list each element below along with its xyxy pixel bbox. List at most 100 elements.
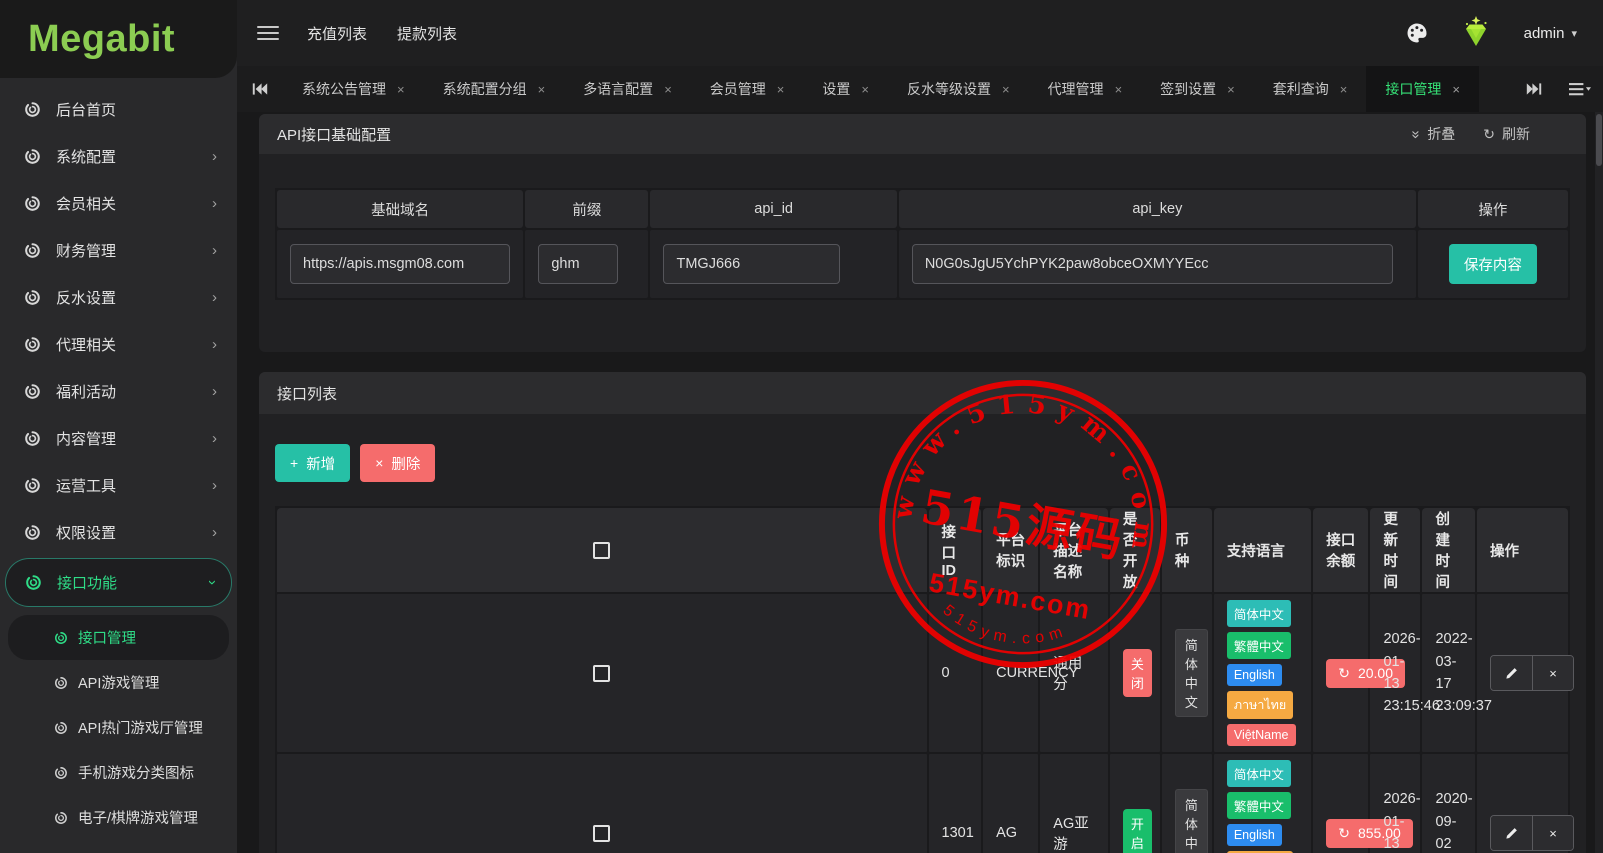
gem-avatar[interactable] <box>1458 15 1494 51</box>
scrollbar-thumb[interactable] <box>1596 114 1602 166</box>
tab-代理管理[interactable]: 代理管理× <box>1029 66 1142 112</box>
save-button[interactable]: 保存内容 <box>1449 244 1537 284</box>
sidebar-item-权限设置[interactable]: 权限设置› <box>0 509 237 556</box>
sidebar-item-日志管理[interactable]: 日志管理› <box>0 844 237 853</box>
ring-icon <box>24 336 41 353</box>
row-open-status: 开启 <box>1110 754 1160 853</box>
close-icon: × <box>375 455 383 471</box>
sidebar-subitem-API游戏管理[interactable]: API游戏管理 <box>0 660 237 705</box>
edit-button[interactable] <box>1491 656 1532 690</box>
tab-label: 设置 <box>822 79 850 99</box>
delete-row-button[interactable]: × <box>1532 816 1573 850</box>
ring-icon <box>24 430 41 447</box>
row-checkbox[interactable] <box>593 825 610 842</box>
list-body: + 新增 × 删除 接口ID <box>259 444 1586 853</box>
row-languages: 简体中文繁體中文EnglishภาษาไทยViệtName <box>1214 754 1311 853</box>
tab-签到设置[interactable]: 签到设置 × <box>1141 66 1254 112</box>
tab-close-icon[interactable]: × <box>777 82 785 97</box>
config-header-base-domain: 基础域名 <box>277 190 523 228</box>
sidebar-item-反水设置[interactable]: 反水设置› <box>0 274 237 321</box>
tab-系统配置分组[interactable]: 系统配置分组× <box>424 66 565 112</box>
tab-close-icon[interactable]: × <box>397 82 405 97</box>
tab-close-icon[interactable]: × <box>1002 82 1010 97</box>
sidebar-item-接口功能[interactable]: 接口功能› <box>5 558 232 607</box>
collapse-button[interactable]: » 折叠 <box>1412 124 1455 144</box>
interface-table: 接口ID平台标识平台描述名称是否开放币种支持语言接口余额更新时间创建时间操作 0… <box>275 506 1570 853</box>
sidebar-item-系统配置[interactable]: 系统配置› <box>0 133 237 180</box>
refresh-icon: ↻ <box>1338 825 1350 842</box>
select-all-checkbox[interactable] <box>593 542 610 559</box>
refresh-icon: ↻ <box>1338 665 1350 682</box>
tab-close-icon[interactable]: × <box>664 82 672 97</box>
language-tag: 简体中文 <box>1227 600 1291 627</box>
api-key-input[interactable] <box>912 244 1393 284</box>
user-menu[interactable]: admin ▾ <box>1524 25 1577 42</box>
refresh-button[interactable]: ↻ 刷新 <box>1483 124 1530 144</box>
chevron-right-icon: › <box>212 525 217 540</box>
tab-close-icon[interactable]: × <box>538 82 546 97</box>
prefix-input[interactable] <box>538 244 618 284</box>
collapse-label: 折叠 <box>1427 124 1455 144</box>
list-toolbar: + 新增 × 删除 <box>275 444 1570 482</box>
status-badge: 关闭 <box>1123 649 1152 697</box>
tab-多语言配置[interactable]: 多语言配置× <box>564 66 691 112</box>
add-button[interactable]: + 新增 <box>275 444 350 482</box>
tab-接口管理[interactable]: 接口管理× <box>1366 66 1479 112</box>
tabs-scroll-start-button[interactable] <box>237 66 283 112</box>
edit-button[interactable] <box>1491 816 1532 850</box>
theme-palette-icon[interactable] <box>1406 22 1428 44</box>
delete-button[interactable]: × 删除 <box>360 444 435 482</box>
tab-close-icon[interactable]: × <box>1115 82 1123 97</box>
row-currency: 简体中文 <box>1162 594 1212 752</box>
panel-tools: » 折叠 ↻ 刷新 <box>1412 124 1530 144</box>
chevron-right-icon: › <box>212 149 217 164</box>
sidebar-subitem-接口管理[interactable]: 接口管理 <box>8 615 229 660</box>
tab-close-icon[interactable]: × <box>861 82 869 97</box>
row-actions: × <box>1490 815 1574 851</box>
delete-row-button[interactable]: × <box>1532 656 1573 690</box>
tab-label: 签到设置 <box>1160 79 1216 99</box>
tab-close-icon[interactable]: × <box>1340 82 1348 97</box>
language-tag: 简体中文 <box>1227 760 1291 787</box>
sidebar-subitem-手机游戏分类图标[interactable]: 手机游戏分类图标 <box>0 750 237 795</box>
ring-icon <box>24 195 41 212</box>
tab-系统公告管理[interactable]: 系统公告管理× <box>283 66 424 112</box>
config-header-action: 操作 <box>1418 190 1568 228</box>
sidebar-item-后台首页[interactable]: 后台首页 <box>0 86 237 133</box>
row-open-status: 关闭 <box>1110 594 1160 752</box>
topbar-right: admin ▾ <box>1406 15 1577 51</box>
sidebar-item-财务管理[interactable]: 财务管理› <box>0 227 237 274</box>
row-actions-cell: × <box>1477 754 1568 853</box>
sidebar-item-label: 代理相关 <box>56 334 116 355</box>
sidebar-item-内容管理[interactable]: 内容管理› <box>0 415 237 462</box>
config-panel-title: API接口基础配置 <box>277 124 391 145</box>
sidebar-subitem-电子/棋牌游戏管理[interactable]: 电子/棋牌游戏管理 <box>0 795 237 840</box>
status-badge: 开启 <box>1123 809 1152 853</box>
sidebar-item-福利活动[interactable]: 福利活动› <box>0 368 237 415</box>
api-id-input[interactable] <box>663 244 839 284</box>
tab-设置[interactable]: 设置 × <box>803 66 888 112</box>
tabs-menu-button[interactable] <box>1557 66 1603 112</box>
tab-会员管理[interactable]: 会员管理× <box>691 66 804 112</box>
topbar-link-提款列表[interactable]: 提款列表 <box>397 23 457 44</box>
sidebar-item-会员相关[interactable]: 会员相关› <box>0 180 237 227</box>
hamburger-icon[interactable] <box>257 26 279 40</box>
sidebar-item-代理相关[interactable]: 代理相关› <box>0 321 237 368</box>
tab-套利查询[interactable]: 套利查询× <box>1254 66 1367 112</box>
tab-close-icon[interactable]: × <box>1227 82 1235 97</box>
tab-反水等级设置[interactable]: 反水等级设置× <box>888 66 1029 112</box>
tab-bar: 系统公告管理×系统配置分组×多语言配置×会员管理×设置×反水等级设置×代理管理×… <box>237 66 1603 112</box>
sidebar-subitem-API热门游戏厅管理[interactable]: API热门游戏厅管理 <box>0 705 237 750</box>
topbar-link-充值列表[interactable]: 充值列表 <box>307 23 367 44</box>
scrollbar-track[interactable] <box>1595 112 1603 853</box>
list-header-币种: 币种 <box>1162 508 1212 592</box>
tab-close-icon[interactable]: × <box>1452 82 1460 97</box>
sidebar-item-运营工具[interactable]: 运营工具› <box>0 462 237 509</box>
tabs-scroll-end-button[interactable] <box>1511 66 1557 112</box>
chevron-right-icon: › <box>212 384 217 399</box>
row-checkbox[interactable] <box>593 665 610 682</box>
time-text: 2020-09-02 <box>1435 788 1462 853</box>
config-cell-api-id <box>650 230 896 298</box>
base-domain-input[interactable] <box>290 244 510 284</box>
row-select-cell <box>277 754 927 853</box>
